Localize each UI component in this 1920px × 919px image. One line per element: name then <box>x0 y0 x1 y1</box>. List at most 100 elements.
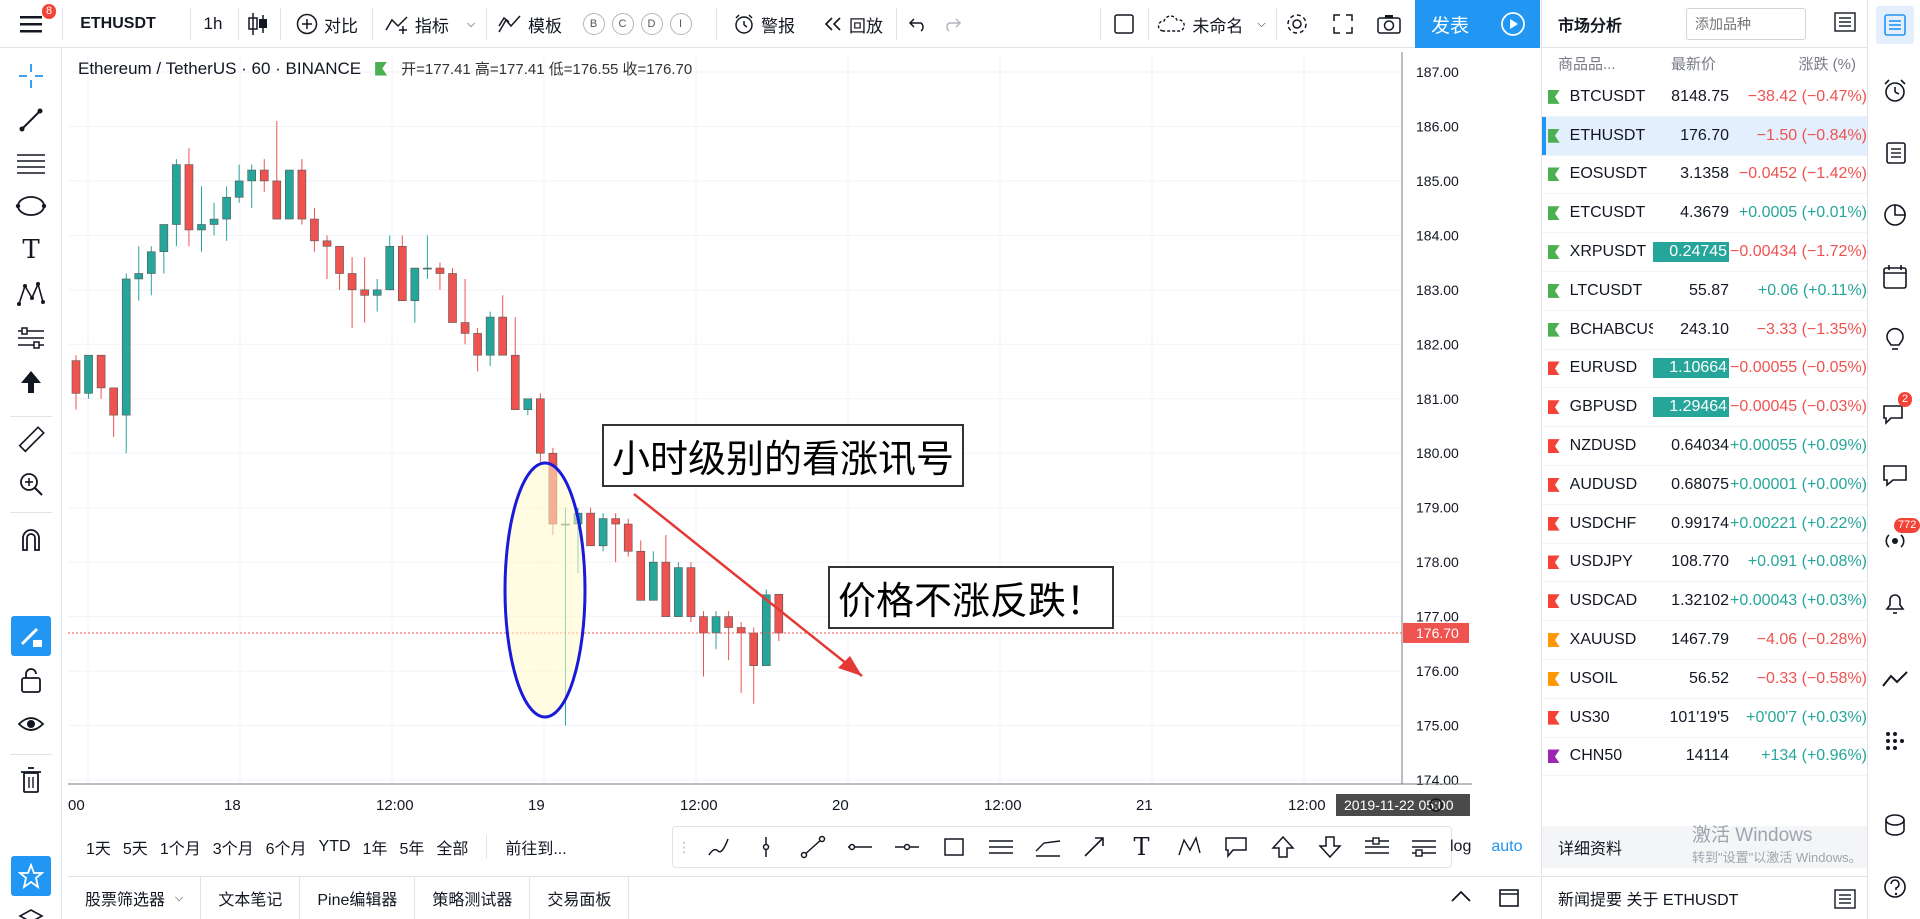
lock-tool[interactable] <box>11 660 51 700</box>
fav-arrow-down[interactable] <box>1306 827 1353 867</box>
replay-button[interactable]: 回放 <box>816 0 890 48</box>
shape-tool[interactable] <box>11 186 51 226</box>
magnet-tool[interactable] <box>11 520 51 560</box>
fav-arrow-up[interactable] <box>1259 827 1306 867</box>
drag-handle[interactable]: ⋮ <box>673 827 695 867</box>
watchlist-row[interactable]: USDCAD 1.32102 +0.00043 (+0.03%) <box>1542 582 1867 622</box>
watchlist-title[interactable]: 市场分析 <box>1558 12 1622 36</box>
watchlist-row[interactable]: BCHABCUSDT 243.10 −3.33 (−1.35%) <box>1542 311 1867 350</box>
watchlist-row[interactable]: NZDUSD 0.64034 +0.00055 (+0.09%) <box>1542 427 1867 466</box>
watchlist-row[interactable]: CHN50 14114 +134 (+0.96%) <box>1542 738 1867 777</box>
redo-button[interactable] <box>936 0 968 48</box>
range-ytd[interactable]: YTD <box>313 838 357 856</box>
watchlist-menu-button[interactable] <box>1834 12 1856 35</box>
range-all[interactable]: 全部 <box>430 835 474 859</box>
save-layout-button[interactable]: 未命名 ⌵ <box>1154 0 1268 48</box>
tab-pine-editor[interactable]: Pine编辑器 <box>300 876 416 919</box>
add-symbol-input[interactable] <box>1686 8 1806 40</box>
watchlist-row[interactable]: EURUSD 1.10664 −0.00055 (−0.05%) <box>1542 350 1867 389</box>
watchlist-row[interactable]: USOIL 56.52 −0.33 (−0.58%) <box>1542 660 1867 699</box>
watchlist-row[interactable]: LTCUSDT 55.87 +0.06 (+0.11%) <box>1542 272 1867 311</box>
help-button[interactable] <box>1876 868 1914 906</box>
alerts-button[interactable] <box>1876 72 1914 110</box>
remove-drawings-tool[interactable] <box>11 760 51 800</box>
calendar-button[interactable] <box>1876 258 1914 296</box>
trade-tools-button[interactable] <box>1876 660 1914 698</box>
hide-drawings-tool[interactable] <box>11 704 51 744</box>
col-symbol[interactable]: 商品品... <box>1542 53 1656 74</box>
messages-button[interactable] <box>1876 456 1914 494</box>
shortcut-i-button[interactable]: I <box>669 13 692 35</box>
tab-stock-screener[interactable]: 股票筛选器 ⌵ <box>68 876 202 919</box>
log-scale-toggle[interactable]: log <box>1450 838 1471 856</box>
watchlist-row[interactable]: ETCUSDT 4.3679 +0.0005 (+0.01%) <box>1542 194 1867 234</box>
arrow-tool[interactable] <box>11 362 51 402</box>
publish-button[interactable]: 发表 <box>1415 0 1485 48</box>
auto-scale-toggle[interactable]: auto <box>1491 838 1522 856</box>
watchlist-row[interactable]: USDCHF 0.99174 +0.00221 (+0.22%) <box>1542 505 1867 544</box>
fullscreen-button[interactable] <box>1326 0 1360 48</box>
chart-style-button[interactable] <box>244 0 272 48</box>
symbol-search-button[interactable]: ETHUSDT <box>68 0 168 48</box>
alert-button[interactable]: 警报 <box>728 0 800 48</box>
watchlist-row[interactable]: XAUUSD 1467.79 −4.06 (−0.28%) <box>1542 621 1867 660</box>
screenshot-button[interactable] <box>1372 0 1406 48</box>
range-1d[interactable]: 1天 <box>80 835 117 859</box>
pattern-tool[interactable] <box>11 274 51 314</box>
range-5y[interactable]: 5年 <box>393 835 430 859</box>
favorites-tool[interactable] <box>11 856 51 896</box>
annotation-price-fell[interactable]: 价格不涨反跌！ <box>828 566 1115 629</box>
undo-button[interactable] <box>902 0 934 48</box>
range-1y[interactable]: 1年 <box>357 835 394 859</box>
fav-arrow[interactable] <box>1071 827 1118 867</box>
object-tree-tool[interactable] <box>11 900 51 919</box>
news-section[interactable]: 新闻提要 关于 ETHUSDT <box>1542 876 1868 919</box>
highlight-ellipse[interactable] <box>503 461 587 719</box>
fav-long-position[interactable] <box>1353 827 1400 867</box>
dots-grid-button[interactable] <box>1876 722 1914 760</box>
dom-button[interactable] <box>1876 806 1914 844</box>
tab-trading-panel[interactable]: 交易面板 <box>530 876 630 919</box>
fav-rectangle[interactable] <box>930 827 977 867</box>
tab-strategy-tester[interactable]: 策略测试器 <box>415 876 531 919</box>
shortcut-c-button[interactable]: C <box>611 13 634 35</box>
details-section[interactable]: 详细资料 <box>1542 826 1868 868</box>
fav-short-position[interactable] <box>1400 827 1447 867</box>
watchlist-row[interactable]: ETHUSDT 176.70 −1.50 (−0.84%) <box>1542 116 1867 156</box>
stay-drawing-tool[interactable] <box>11 616 51 656</box>
collapse-panel-button[interactable] <box>1450 887 1472 910</box>
watchlist-row[interactable]: GBPUSD 1.29464 −0.00045 (−0.03%) <box>1542 388 1867 428</box>
notifications-button[interactable] <box>1876 584 1914 622</box>
watchlist-row[interactable]: AUDUSD 0.68075 +0.00001 (+0.00%) <box>1542 466 1867 505</box>
fav-horizontal-line[interactable] <box>883 827 930 867</box>
watchlist-row[interactable]: USDJPY 108.770 +0.091 (+0.08%) <box>1542 544 1867 583</box>
zoom-tool[interactable] <box>11 464 51 504</box>
fav-fib-channel[interactable] <box>1024 827 1071 867</box>
shortcut-d-button[interactable]: D <box>640 13 663 35</box>
annotation-bullish-signal[interactable]: 小时级别的看涨讯号 <box>602 424 965 487</box>
interval-button[interactable]: 1h <box>196 0 230 48</box>
hotlists-button[interactable] <box>1876 196 1914 234</box>
watchlist-row[interactable]: US30 101'19'5 +0'00'7 (+0.03%) <box>1542 699 1867 738</box>
range-5d[interactable]: 5天 <box>117 835 154 859</box>
ideas-button[interactable] <box>1876 320 1914 358</box>
range-3m[interactable]: 3个月 <box>207 835 260 859</box>
watchlist-row[interactable]: BTCUSDT 8148.75 −38.42 (−0.47%) <box>1542 78 1867 117</box>
watchlist-row[interactable]: EOSUSDT 3.1358 −0.0452 (−1.42%) <box>1542 156 1867 195</box>
play-button[interactable] <box>1485 0 1540 48</box>
crosshair-tool[interactable] <box>11 56 51 96</box>
prediction-tool[interactable] <box>11 318 51 358</box>
news-menu-button[interactable] <box>1834 889 1856 914</box>
chats-button[interactable]: 2 <box>1876 392 1914 434</box>
compare-button[interactable]: 对比 <box>290 0 364 48</box>
watchlist-button[interactable] <box>1876 6 1914 44</box>
templates-button[interactable]: 模板 <box>494 0 566 48</box>
maximize-panel-button[interactable] <box>1498 887 1520 912</box>
goto-date-button[interactable]: 前往到... <box>499 835 572 859</box>
fav-brush[interactable] <box>695 827 742 867</box>
text-tool[interactable]: T <box>11 230 51 270</box>
settings-button[interactable] <box>1280 0 1314 48</box>
fav-callout[interactable] <box>1212 827 1259 867</box>
menu-button[interactable]: 8 <box>8 0 57 48</box>
fav-parallel-channel[interactable] <box>977 827 1024 867</box>
